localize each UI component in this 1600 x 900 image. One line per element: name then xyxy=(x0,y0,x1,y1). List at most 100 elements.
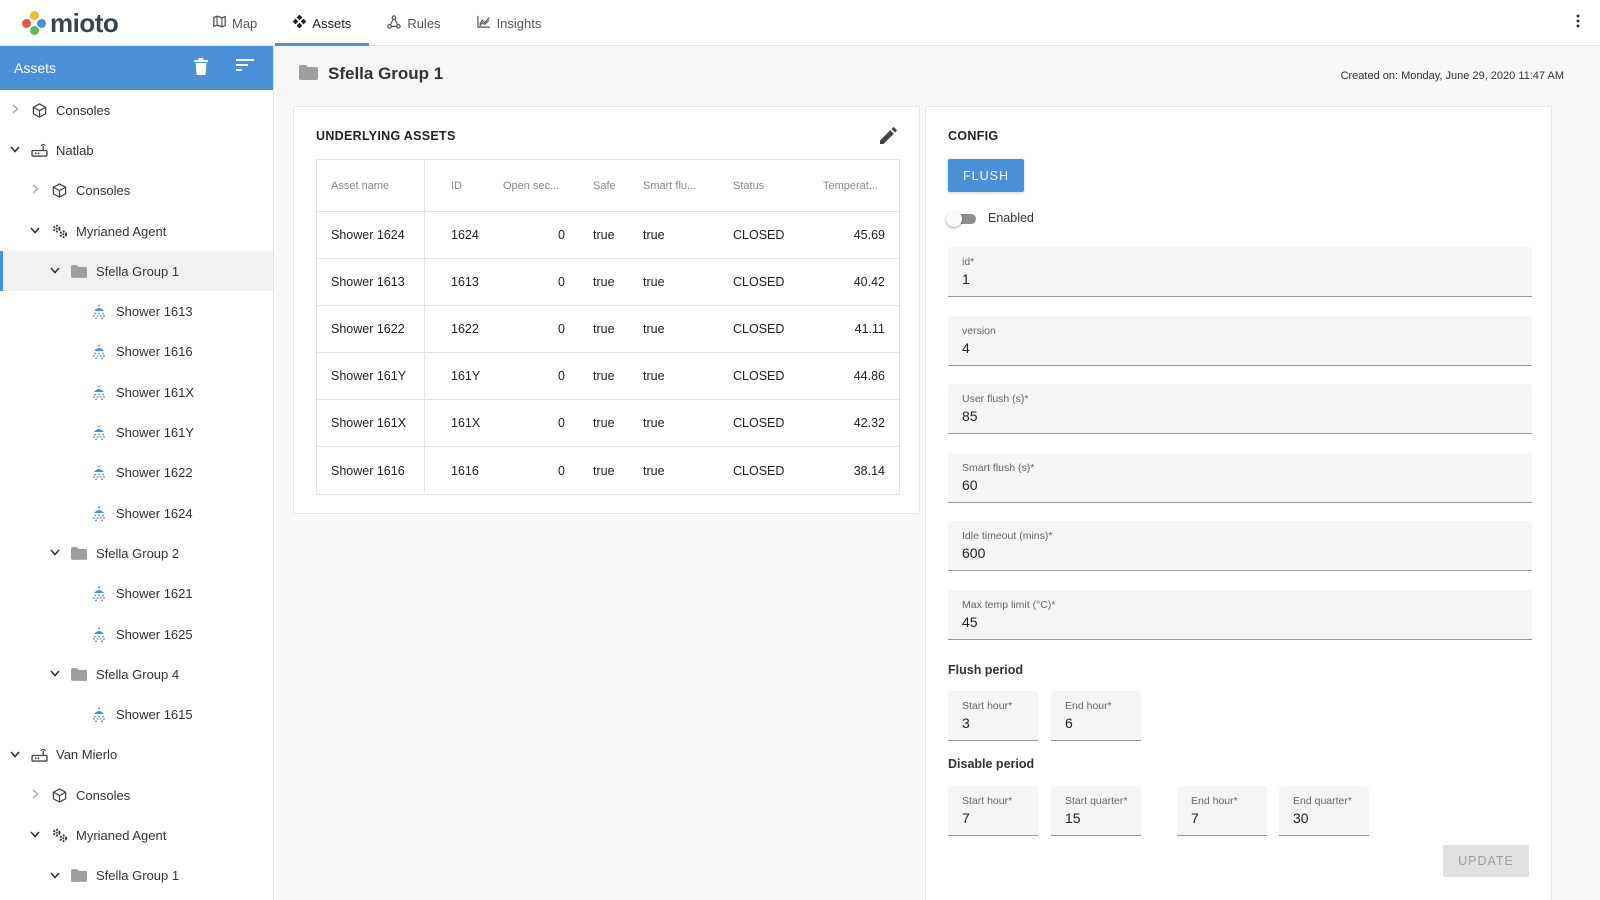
nav-assets[interactable]: Assets xyxy=(275,0,370,46)
idle-timeout-field-value[interactable]: 600 xyxy=(962,545,1429,561)
tree-item-label: Van Mierlo xyxy=(56,747,118,763)
edit-icon[interactable] xyxy=(880,127,897,147)
cell-smart-flush: true xyxy=(643,322,665,336)
column-header-open-seconds[interactable]: Open sec... xyxy=(481,180,571,192)
tree-item[interactable]: Shower 1615 xyxy=(0,694,273,734)
chevron-down-icon[interactable] xyxy=(48,870,62,882)
disable-end-hour-field[interactable]: End hour* 7 xyxy=(1177,786,1267,836)
column-header-temperature[interactable]: Temperat... xyxy=(793,180,899,192)
chevron-down-icon[interactable] xyxy=(8,144,22,156)
tree-item[interactable]: Shower 1621 xyxy=(0,574,273,614)
update-button[interactable]: UPDATE xyxy=(1443,845,1529,877)
disable-start-quarter-field-value[interactable]: 15 xyxy=(1065,810,1137,826)
nav-insights[interactable]: Insights xyxy=(459,0,560,46)
idle-timeout-field-label: Idle timeout (mins)* xyxy=(962,530,1053,542)
chevron-down-icon[interactable] xyxy=(8,749,22,761)
version-field[interactable]: version 4 xyxy=(948,315,1532,366)
cell-open-seconds: 0 xyxy=(558,322,565,336)
tree-item[interactable]: Consoles xyxy=(0,775,273,815)
table-row[interactable]: Shower 161Y 161Y 0 true true CLOSED 44.86 xyxy=(317,353,899,400)
disable-end-hour-field-value[interactable]: 7 xyxy=(1191,810,1263,826)
flush-end-hour-field-value[interactable]: 6 xyxy=(1065,715,1137,731)
tree-item[interactable]: Shower 161Y xyxy=(0,412,273,452)
tree-item[interactable]: Shower 161X xyxy=(0,372,273,412)
table-row[interactable]: Shower 1616 1616 0 true true CLOSED 38.14 xyxy=(317,447,899,494)
tree-item[interactable]: Sfella Group 1 xyxy=(0,251,273,292)
disable-start-hour-field-label: Start hour* xyxy=(962,795,1013,807)
tree-item[interactable]: Shower 1622 xyxy=(0,453,273,493)
chevron-down-icon[interactable] xyxy=(48,547,62,559)
id-field-value[interactable]: 1 xyxy=(962,271,1429,287)
column-header-asset-name[interactable]: Asset name xyxy=(317,160,425,211)
disable-start-hour-field-value[interactable]: 7 xyxy=(962,810,1034,826)
gears-icon xyxy=(50,222,68,240)
chevron-right-icon[interactable] xyxy=(8,104,22,117)
column-header-id[interactable]: ID xyxy=(425,180,481,192)
disable-start-hour-field[interactable]: Start hour* 7 xyxy=(948,786,1038,836)
tree-item[interactable]: Myrianed Agent xyxy=(0,211,273,251)
smart-flush-field[interactable]: Smart flush (s)* 60 xyxy=(948,452,1532,503)
disable-end-quarter-field[interactable]: End quarter* 30 xyxy=(1279,786,1369,836)
tree-item[interactable]: Sfella Group 4 xyxy=(0,654,273,694)
tree-item[interactable]: Myrianed Agent xyxy=(0,815,273,855)
column-header-safe[interactable]: Safe xyxy=(571,180,627,192)
table-row[interactable]: Shower 1624 1624 0 true true CLOSED 45.69 xyxy=(317,212,899,259)
tree-item[interactable]: Consoles xyxy=(0,171,273,211)
cell-asset-name: Shower 161X xyxy=(317,400,425,446)
logo[interactable]: mioto xyxy=(22,8,119,38)
tree-item[interactable]: Shower 1613 xyxy=(0,291,273,331)
table-row[interactable]: Shower 161X 161X 0 true true CLOSED 42.32 xyxy=(317,400,899,447)
nav-map[interactable]: Map xyxy=(195,0,275,46)
user-flush-field-value[interactable]: 85 xyxy=(962,408,1429,424)
tree-item[interactable]: Shower 1625 xyxy=(0,614,273,654)
cell-temperature: 38.14 xyxy=(853,463,885,478)
flush-button[interactable]: FLUSH xyxy=(948,159,1024,192)
smart-flush-field-value[interactable]: 60 xyxy=(962,477,1429,493)
disable-start-quarter-field[interactable]: Start quarter* 15 xyxy=(1051,786,1141,836)
chevron-down-icon[interactable] xyxy=(48,668,62,680)
more-vert-icon[interactable] xyxy=(1568,12,1588,33)
column-header-status[interactable]: Status xyxy=(717,180,793,192)
tree-item[interactable]: Natlab xyxy=(0,130,273,170)
tree-item[interactable]: Sfella Group 1 xyxy=(0,856,273,896)
chevron-right-icon[interactable] xyxy=(28,184,42,197)
chevron-down-icon[interactable] xyxy=(28,829,42,841)
cell-status: CLOSED xyxy=(733,369,785,383)
max-temp-field-value[interactable]: 45 xyxy=(962,614,1429,630)
version-field-label: version xyxy=(962,324,996,337)
idle-timeout-field[interactable]: Idle timeout (mins)* 600 xyxy=(948,521,1532,571)
nav-rules[interactable]: Rules xyxy=(369,0,458,46)
chevron-down-icon[interactable] xyxy=(28,225,42,237)
tree-item[interactable]: Shower 1624 xyxy=(0,493,273,533)
cell-safe: true xyxy=(593,463,615,478)
tree-item-label: Natlab xyxy=(56,142,94,158)
sort-icon[interactable] xyxy=(236,58,256,78)
id-field[interactable]: id* 1 xyxy=(948,247,1532,297)
column-header-smart-flush[interactable]: Smart flu... xyxy=(627,180,717,192)
logo-mark-icon xyxy=(22,11,46,35)
disable-end-quarter-field-value[interactable]: 30 xyxy=(1293,810,1365,826)
tree-item[interactable]: Sfella Group 2 xyxy=(0,533,273,573)
table-row[interactable]: Shower 1613 1613 0 true true CLOSED 40.42 xyxy=(317,259,899,306)
chevron-right-icon[interactable] xyxy=(28,789,42,802)
version-field-value[interactable]: 4 xyxy=(962,340,1429,356)
underlying-assets-title: UNDERLYING ASSETS xyxy=(316,129,456,143)
flush-period-title: Flush period xyxy=(948,663,1023,677)
tree-item-label: Shower 1622 xyxy=(116,465,193,481)
flush-start-hour-field[interactable]: Start hour* 3 xyxy=(948,691,1038,741)
user-flush-field[interactable]: User flush (s)* 85 xyxy=(948,384,1532,434)
tree-item[interactable]: Van Mierlo xyxy=(0,735,273,775)
enabled-toggle[interactable] xyxy=(946,211,978,227)
table-row[interactable]: Shower 1622 1622 0 true true CLOSED 41.11 xyxy=(317,306,899,353)
map-icon xyxy=(213,15,226,31)
tree-item[interactable]: Consoles xyxy=(0,90,273,130)
max-temp-field[interactable]: Max temp limit (°C)* 45 xyxy=(948,589,1532,640)
tree-item[interactable]: Shower 1616 xyxy=(0,332,273,372)
delete-icon[interactable] xyxy=(194,58,214,78)
cell-status: CLOSED xyxy=(733,228,785,242)
chevron-down-icon[interactable] xyxy=(48,265,62,277)
cell-status: CLOSED xyxy=(733,322,785,336)
flush-start-hour-field-value[interactable]: 3 xyxy=(962,715,1034,731)
flush-end-hour-field[interactable]: End hour* 6 xyxy=(1051,691,1141,741)
cell-asset-name: Shower 1616 xyxy=(317,447,425,494)
